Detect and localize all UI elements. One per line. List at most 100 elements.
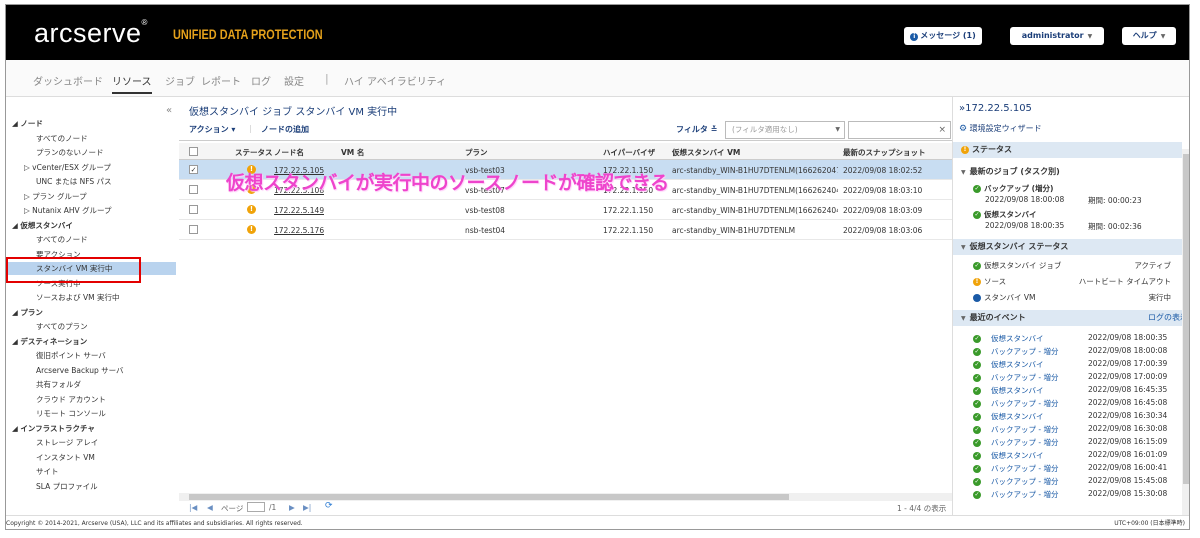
add-node-button[interactable]: ノードの追加 — [261, 124, 309, 135]
event-row[interactable]: ✓ バックアップ - 増分 2022/09/08 18:00:08 — [973, 346, 1183, 358]
sidebar-item[interactable]: ストレージ アレイ — [6, 436, 176, 449]
sidebar-item[interactable]: ◢ 仮想スタンバイ — [6, 219, 176, 232]
event-name[interactable]: バックアップ - 増分 — [991, 489, 1058, 500]
cell-node[interactable]: 172.22.5.149 — [274, 206, 324, 215]
event-row[interactable]: ✓ 仮想スタンバイ 2022/09/08 17:00:39 — [973, 359, 1183, 371]
event-name[interactable]: バックアップ - 増分 — [991, 437, 1058, 448]
sidebar-item[interactable]: すべてのノード — [6, 132, 176, 145]
event-name[interactable]: バックアップ - 増分 — [991, 346, 1058, 357]
sidebar-item[interactable]: すべてのノード — [6, 233, 176, 246]
sidebar-item[interactable]: サイト — [6, 465, 176, 478]
next-page-icon[interactable]: ▶ — [289, 503, 295, 512]
table-row[interactable]: ! 172.22.5.149 vsb-test08 172.22.1.150 arc-s… — [179, 200, 952, 220]
row-checkbox[interactable] — [189, 185, 198, 194]
latest-jobs-header[interactable]: ▼ 最新のジョブ (タスク別) — [953, 164, 1182, 180]
sidebar-item[interactable]: 共有フォルダ — [6, 378, 176, 391]
config-wizard-link[interactable]: ⚙ 環境設定ウィザード — [959, 123, 1042, 134]
messages-button[interactable]: i メッセージ (1) — [904, 27, 982, 45]
action-menu-button[interactable]: アクション ▾ — [189, 124, 235, 135]
sidebar-item[interactable]: クラウド アカウント — [6, 393, 176, 406]
user-menu-button[interactable]: administrator ▼ — [1010, 27, 1104, 45]
event-row[interactable]: ✓ 仮想スタンバイ 2022/09/08 16:45:35 — [973, 385, 1183, 397]
event-name[interactable]: バックアップ - 増分 — [991, 424, 1058, 435]
horizontal-scrollbar[interactable] — [179, 493, 952, 501]
event-name[interactable]: 仮想スタンバイ — [991, 385, 1044, 396]
filter-button[interactable]: フィルタ ≚ — [676, 124, 717, 135]
success-icon: ✓ — [973, 465, 981, 473]
event-name[interactable]: 仮想スタンバイ — [991, 359, 1044, 370]
nav-settings[interactable]: 設定 — [284, 73, 304, 88]
scroll-thumb[interactable] — [1183, 154, 1189, 484]
sidebar-item[interactable]: ソースおよび VM 実行中 — [6, 291, 176, 304]
event-time: 2022/09/08 18:00:08 — [1088, 346, 1168, 355]
event-row[interactable]: ✓ バックアップ - 増分 2022/09/08 15:45:08 — [973, 476, 1183, 488]
event-name[interactable]: バックアップ - 増分 — [991, 463, 1058, 474]
sidebar-item[interactable]: Arcserve Backup サーバ — [6, 364, 176, 377]
event-row[interactable]: ✓ 仮想スタンバイ 2022/09/08 16:30:34 — [973, 411, 1183, 423]
event-name[interactable]: バックアップ - 増分 — [991, 398, 1058, 409]
event-row[interactable]: ✓ バックアップ - 増分 2022/09/08 16:45:08 — [973, 398, 1183, 410]
filter-select[interactable]: (フィルタ適用なし) ▼ — [725, 121, 845, 139]
col-hypervisor[interactable]: ハイパーバイザ — [603, 147, 655, 158]
event-name[interactable]: 仮想スタンバイ — [991, 411, 1044, 422]
sidebar-item[interactable]: ▷ vCenter/ESX グループ — [6, 161, 176, 174]
col-node-name[interactable]: ノード名 — [274, 147, 304, 158]
event-row[interactable]: ✓ バックアップ - 増分 2022/09/08 16:00:41 — [973, 463, 1183, 475]
sidebar-item[interactable]: インスタント VM — [6, 451, 176, 464]
cell-node[interactable]: 172.22.5.176 — [274, 226, 324, 235]
row-checkbox[interactable] — [189, 225, 198, 234]
prev-page-icon[interactable]: ◀ — [207, 503, 213, 512]
events-header[interactable]: ▼ 最近のイベント ログの表示 — [953, 310, 1188, 326]
sidebar-item[interactable]: ◢ ノード — [6, 117, 176, 130]
col-vm-name[interactable]: VM 名 — [341, 147, 364, 158]
detail-vertical-scrollbar[interactable] — [1182, 149, 1189, 515]
row-checkbox[interactable] — [189, 205, 198, 214]
first-page-icon[interactable]: |◀ — [189, 503, 197, 512]
search-input[interactable]: × — [848, 121, 951, 139]
row-checkbox[interactable]: ✓ — [189, 165, 198, 174]
event-row[interactable]: ✓ バックアップ - 増分 2022/09/08 15:30:08 — [973, 489, 1183, 501]
event-row[interactable]: ✓ 仮想スタンバイ 2022/09/08 16:01:09 — [973, 450, 1183, 462]
event-row[interactable]: ✓ バックアップ - 増分 2022/09/08 16:15:09 — [973, 437, 1183, 449]
sidebar-item[interactable]: プランのないノード — [6, 146, 176, 159]
status-section-header[interactable]: ! ステータス — [953, 142, 1182, 158]
col-latest-snapshot[interactable]: 最新のスナップショット — [843, 147, 926, 158]
help-menu-button[interactable]: ヘルプ ▼ — [1122, 27, 1176, 45]
nav-logs[interactable]: ログ — [251, 73, 271, 88]
sidebar-item[interactable]: ▷ プラン グループ — [6, 190, 176, 203]
refresh-icon[interactable]: ⟳ — [325, 501, 333, 511]
event-name[interactable]: 仮想スタンバイ — [991, 333, 1044, 344]
col-standby-vm[interactable]: 仮想スタンバイ VM — [672, 147, 740, 158]
nav-jobs[interactable]: ジョブ — [165, 73, 195, 88]
last-page-icon[interactable]: ▶| — [303, 503, 311, 512]
sidebar-item[interactable]: ▷ Nutanix AHV グループ — [6, 204, 176, 217]
event-name[interactable]: 仮想スタンバイ — [991, 450, 1044, 461]
sidebar-item[interactable]: ◢ プラン — [6, 306, 176, 319]
col-plan[interactable]: プラン — [465, 147, 488, 158]
collapse-sidebar-icon[interactable]: « — [166, 105, 172, 116]
sidebar-item[interactable]: リモート コンソール — [6, 407, 176, 420]
nav-high-availability[interactable]: ハイ アベイラビリティ — [344, 73, 446, 88]
sidebar-item[interactable]: すべてのプラン — [6, 320, 176, 333]
scroll-thumb[interactable] — [189, 494, 789, 500]
sidebar-item[interactable]: SLA プロファイル — [6, 480, 176, 493]
event-name[interactable]: バックアップ - 増分 — [991, 372, 1058, 383]
col-status[interactable]: ステータス — [235, 147, 273, 158]
event-row[interactable]: ✓ バックアップ - 増分 2022/09/08 17:00:09 — [973, 372, 1183, 384]
chevron-down-icon: ▼ — [835, 126, 840, 133]
table-row[interactable]: ! 172.22.5.176 nsb-test04 172.22.1.150 arc-s… — [179, 220, 952, 240]
nav-reports[interactable]: レポート — [201, 73, 241, 88]
sidebar-item[interactable]: ◢ インフラストラクチャ — [6, 422, 176, 435]
nav-resources[interactable]: リソース — [112, 73, 152, 94]
sidebar-item[interactable]: UNC または NFS パス — [6, 175, 176, 188]
sidebar-item[interactable]: ◢ デスティネーション — [6, 335, 176, 348]
event-row[interactable]: ✓ バックアップ - 増分 2022/09/08 16:30:08 — [973, 424, 1183, 436]
sidebar-item[interactable]: 復旧ポイント サーバ — [6, 349, 176, 362]
clear-icon[interactable]: × — [938, 122, 946, 138]
select-all-checkbox[interactable] — [189, 147, 198, 156]
page-number-input[interactable] — [247, 502, 265, 512]
event-row[interactable]: ✓ 仮想スタンバイ 2022/09/08 18:00:35 — [973, 333, 1183, 345]
vsb-status-header[interactable]: ▼ 仮想スタンバイ ステータス — [953, 239, 1182, 255]
event-name[interactable]: バックアップ - 増分 — [991, 476, 1058, 487]
nav-dashboard[interactable]: ダッシュボード — [33, 73, 103, 88]
